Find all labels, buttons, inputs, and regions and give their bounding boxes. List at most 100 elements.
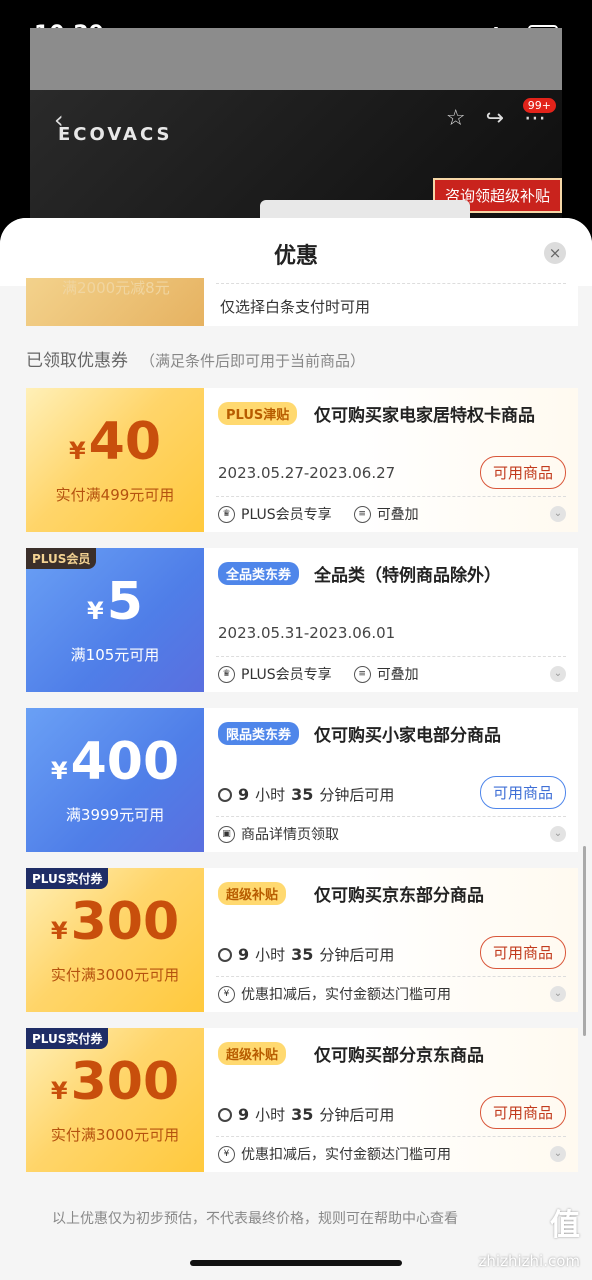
meta-claim-source: 商品详情页领取 xyxy=(241,827,339,843)
favorite-star-icon[interactable]: ☆ xyxy=(446,106,466,131)
sheet-title: 优惠 xyxy=(273,244,318,269)
currency-symbol: ¥ xyxy=(50,917,68,945)
coupon-tag: 超级补贴 xyxy=(218,882,287,905)
available-products-button[interactable]: 可用商品 xyxy=(479,776,566,809)
countdown-rest: 分钟后可用 xyxy=(319,786,395,804)
coupon-condition: 实付满499元可用 xyxy=(55,486,175,504)
yen-icon: ¥ xyxy=(218,1145,235,1163)
coupon-stub: ¥400 满3999元可用 xyxy=(26,708,204,852)
coupon-meta: ♛ PLUS会员专享 ≡ 可叠加 xyxy=(218,504,419,524)
coupon-stub: PLUS会员 ¥5 满105元可用 xyxy=(26,548,204,692)
coupon-meta: ¥ 优惠扣减后，实付金额达门槛可用 xyxy=(218,1144,451,1164)
coupon-card[interactable]: ¥400 满3999元可用 限品类东券 仅可购买小家电部分商品 9 小时 35 分钟后… xyxy=(26,708,578,852)
coupon-card[interactable]: ¥40 实付满499元可用 PLUS津贴 仅可购买家电家居特权卡商品 2023.… xyxy=(26,388,578,532)
coupon-stub: ¥40 实付满499元可用 xyxy=(26,388,204,532)
coupon-validity: 2023.05.27-2023.06.27 xyxy=(218,464,396,482)
coupon-body: PLUS津贴 仅可购买家电家居特权卡商品 2023.05.27-2023.06.… xyxy=(204,388,578,532)
coupon-stub: PLUS实付券 ¥300 实付满3000元可用 xyxy=(26,868,204,1012)
clock-icon xyxy=(218,1107,232,1122)
coupon-meta: ▣ 商品详情页领取 xyxy=(218,824,339,844)
meta-stackable: 可叠加 xyxy=(376,667,419,683)
coupon-condition: 满105元可用 xyxy=(70,646,160,664)
coupon-condition: 实付满3000元可用 xyxy=(50,1126,180,1144)
coupon-countdown: 9 小时 35 分钟后可用 xyxy=(218,1104,394,1125)
section-title: 已领取优惠券 xyxy=(26,351,128,371)
currency-symbol: ¥ xyxy=(87,597,104,625)
stack-icon: ≡ xyxy=(353,505,371,523)
home-indicator[interactable] xyxy=(190,1260,402,1266)
countdown-rest: 分钟后可用 xyxy=(319,946,395,964)
coupon-card[interactable]: PLUS实付券 ¥300 实付满3000元可用 超级补贴 仅可购买京东部分商品 … xyxy=(26,868,578,1012)
crown-icon: ♛ xyxy=(218,665,235,683)
countdown-hours-unit: 小时 xyxy=(255,946,286,964)
expand-chevron-icon[interactable]: ⌄ xyxy=(550,1146,566,1162)
clock-icon xyxy=(218,947,232,962)
coupon-title: 仅可购买部分京东商品 xyxy=(314,1046,484,1066)
countdown-minutes: 35 xyxy=(291,1105,314,1124)
watermark-site: zhizhizhi.com xyxy=(478,1252,580,1270)
coupon-card[interactable]: PLUS实付券 ¥300 实付满3000元可用 超级补贴 仅可购买部分京东商品 … xyxy=(26,1028,578,1172)
coupon-body: 限品类东券 仅可购买小家电部分商品 9 小时 35 分钟后可用 可用商品 ▣ 商品详情页… xyxy=(204,708,578,852)
coupon-title: 仅可购买京东部分商品 xyxy=(314,886,484,906)
plus-paid-coupon-badge: PLUS实付券 xyxy=(26,1028,109,1049)
coupon-title: 仅可购买家电家居特权卡商品 xyxy=(314,406,535,426)
section-subtitle: （满足条件后即可用于当前商品） xyxy=(140,352,366,370)
coupon-countdown: 9 小时 35 分钟后可用 xyxy=(218,784,394,805)
meta-threshold-note: 优惠扣减后，实付金额达门槛可用 xyxy=(241,1147,451,1163)
meta-threshold-note: 优惠扣减后，实付金额达门槛可用 xyxy=(241,987,451,1003)
meta-plus: PLUS会员专享 xyxy=(241,667,332,683)
countdown-hours: 9 xyxy=(238,785,250,804)
currency-symbol: ¥ xyxy=(50,757,68,785)
product-hero: ‹ ECOVACS ☆ ↪ ⋯ 99+ 咨询领超级补贴 xyxy=(30,90,562,230)
section-label: 已领取优惠券 （满足条件后即可用于当前商品） xyxy=(26,346,365,371)
countdown-hours: 9 xyxy=(238,1105,250,1124)
coupon-condition: 实付满3000元可用 xyxy=(50,966,180,984)
close-button[interactable]: × xyxy=(544,242,566,264)
coupon-amount: 300 xyxy=(70,892,180,952)
ticket-icon: ▣ xyxy=(218,825,235,843)
share-icon[interactable]: ↪ xyxy=(486,106,504,131)
plus-paid-coupon-badge: PLUS实付券 xyxy=(26,868,109,889)
sheet-header: 优惠 × xyxy=(0,218,592,286)
coupon-amount: 5 xyxy=(106,572,143,632)
coupon-amount: 40 xyxy=(88,412,162,472)
expand-chevron-icon[interactable]: ⌄ xyxy=(550,826,566,842)
brand-logo: ECOVACS xyxy=(58,124,173,145)
coupon-tag: 超级补贴 xyxy=(218,1042,287,1065)
meta-stackable: 可叠加 xyxy=(376,507,419,523)
message-badge: 99+ xyxy=(522,98,556,113)
countdown-minutes: 35 xyxy=(291,785,314,804)
coupon-title: 全品类（特例商品除外） xyxy=(314,566,501,586)
available-products-button[interactable]: 可用商品 xyxy=(479,456,566,489)
coupon-sheet: 优惠 × 满2000元减8元 仅选择白条支付时可用 已领取优惠券 （满足条件后即可… xyxy=(0,218,592,1280)
countdown-hours-unit: 小时 xyxy=(255,786,286,804)
coupon-condition: 满3999元可用 xyxy=(65,806,165,824)
expand-chevron-icon[interactable]: ⌄ xyxy=(550,986,566,1002)
coupon-amount: 300 xyxy=(70,1052,180,1112)
countdown-hours-unit: 小时 xyxy=(255,1106,286,1124)
coupon-stub: PLUS实付券 ¥300 实付满3000元可用 xyxy=(26,1028,204,1172)
coupon-body: 超级补贴 仅可购买部分京东商品 9 小时 35 分钟后可用 可用商品 ¥ 优惠扣减后，实… xyxy=(204,1028,578,1172)
address-bar-placeholder xyxy=(30,28,562,90)
expand-chevron-icon[interactable]: ⌄ xyxy=(550,506,566,522)
coupon-body: 超级补贴 仅可购买京东部分商品 9 小时 35 分钟后可用 可用商品 ¥ 优惠扣减后，实… xyxy=(204,868,578,1012)
plus-member-badge: PLUS会员 xyxy=(26,548,97,569)
coupon-meta: ¥ 优惠扣减后，实付金额达门槛可用 xyxy=(218,984,451,1004)
countdown-minutes: 35 xyxy=(291,945,314,964)
coupon-tag: 限品类东券 xyxy=(218,722,300,745)
expand-chevron-icon[interactable]: ⌄ xyxy=(550,666,566,682)
coupon-title: 仅可购买小家电部分商品 xyxy=(314,726,501,746)
partial-coupon-stub: 满2000元减8元 xyxy=(26,278,204,326)
available-products-button[interactable]: 可用商品 xyxy=(479,1096,566,1129)
coupon-meta: ♛ PLUS会员专享 ≡ 可叠加 xyxy=(218,664,419,684)
crown-icon: ♛ xyxy=(218,505,235,523)
scrollbar[interactable] xyxy=(583,846,586,1036)
coupon-card[interactable]: PLUS会员 ¥5 满105元可用 全品类东券 全品类（特例商品除外） 2023… xyxy=(26,548,578,692)
yen-icon: ¥ xyxy=(218,985,235,1003)
footer-disclaimer: 以上优惠仅为初步预估，不代表最终价格，规则可在帮助中心查看 xyxy=(52,1211,458,1227)
coupon-validity: 2023.05.31-2023.06.01 xyxy=(218,624,396,642)
coupon-tag: 全品类东券 xyxy=(218,562,300,585)
available-products-button[interactable]: 可用商品 xyxy=(479,936,566,969)
partial-coupon-body: 仅选择白条支付时可用 xyxy=(204,278,578,326)
clock-icon xyxy=(218,787,232,802)
